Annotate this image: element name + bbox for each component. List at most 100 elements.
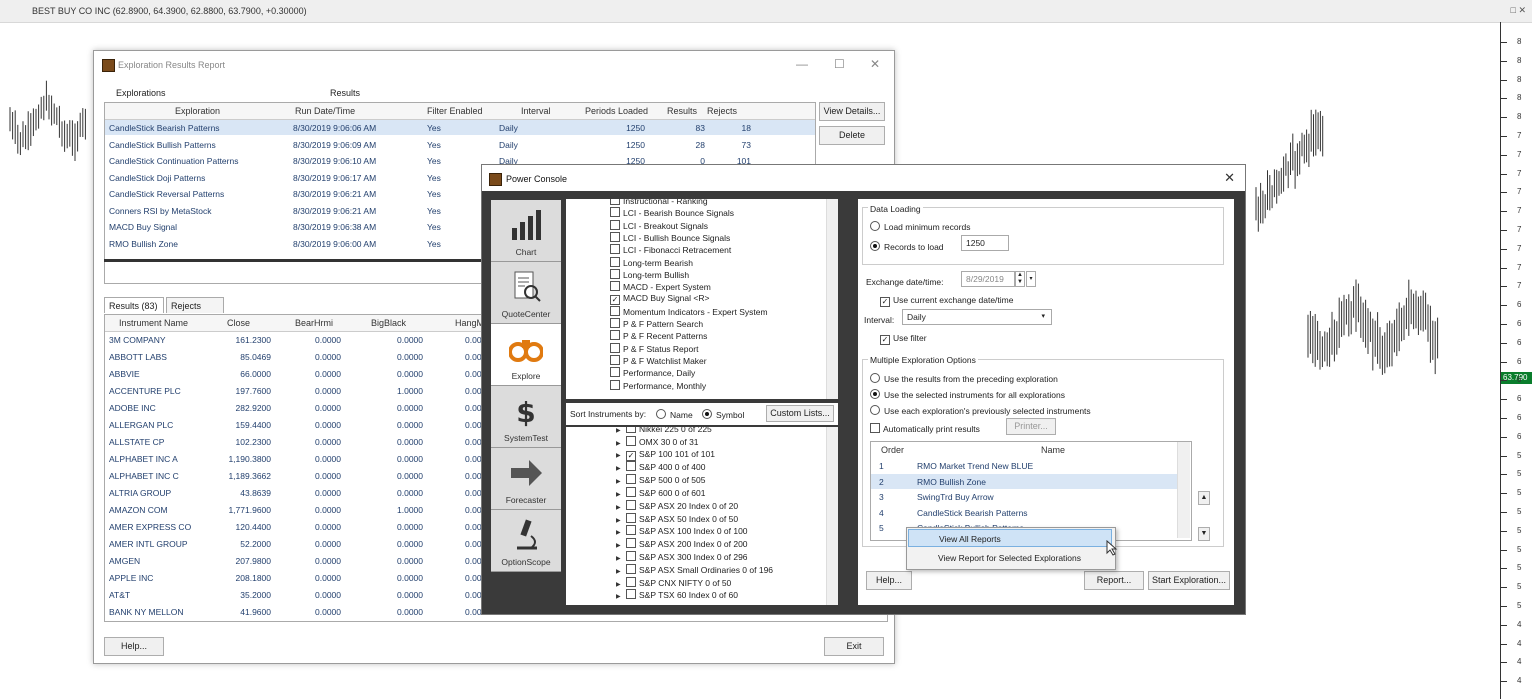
move-down-icon[interactable]: ▼ xyxy=(1198,527,1210,541)
close-icon[interactable]: ✕ xyxy=(1224,170,1235,186)
date-spin-icon[interactable]: ▲ ▼ xyxy=(1015,271,1025,287)
col-instrument-name[interactable]: Instrument Name xyxy=(119,318,188,328)
view-details-button[interactable]: View Details... xyxy=(819,102,885,121)
exploration-checkbox-item[interactable]: P & F Watchlist Maker xyxy=(610,354,707,366)
interval-select[interactable]: Daily ▾ xyxy=(902,309,1052,325)
move-up-icon[interactable]: ▲ xyxy=(1198,491,1210,505)
sidebar-item-systemtest[interactable]: $ SystemTest xyxy=(491,386,561,448)
tree-item[interactable]: ▶ S&P TSX 60 Index 0 of 60 xyxy=(616,589,738,600)
checkbox[interactable] xyxy=(626,538,636,549)
table-row[interactable]: BANK OF AMERICA27.44000.00000.00000.00 xyxy=(105,621,887,622)
help-button[interactable]: Help... xyxy=(866,571,912,590)
sidebar-item-forecaster[interactable]: Forecaster xyxy=(491,448,561,510)
checkbox[interactable] xyxy=(626,525,636,536)
tree-item[interactable]: ▶ Nikkei 225 0 of 225 xyxy=(616,427,712,434)
tree-item[interactable]: ▶ S&P ASX 100 Index 0 of 100 xyxy=(616,525,748,536)
col-periods[interactable]: Periods Loaded xyxy=(585,106,648,116)
col-interval[interactable]: Interval xyxy=(521,106,551,116)
table-row[interactable]: 2 RMO Bullish Zone xyxy=(871,473,1177,489)
vertical-scrollbar[interactable] xyxy=(826,199,838,399)
col-exploration[interactable]: Exploration xyxy=(175,106,220,116)
checkbox[interactable] xyxy=(610,342,620,353)
exploration-checkbox-item[interactable]: P & F Pattern Search xyxy=(610,318,703,329)
tree-item[interactable]: ▶ ✓ S&P 100 101 of 101 xyxy=(616,449,715,461)
window-controls[interactable]: □ ✕ xyxy=(1511,5,1526,16)
table-row[interactable]: 1 RMO Market Trend New BLUE xyxy=(871,458,1177,473)
exploration-checkbox-item[interactable]: Performance, Monthly xyxy=(610,379,706,391)
exploration-checkbox-item[interactable]: Instructional - Ranking xyxy=(610,199,708,206)
checkbox[interactable] xyxy=(610,305,620,316)
sidebar-item-explore[interactable]: Explore xyxy=(491,324,561,386)
records-radio[interactable]: Records to load xyxy=(870,241,944,252)
menu-item-view-all-reports[interactable]: View All Reports xyxy=(908,529,1112,547)
checkbox[interactable] xyxy=(610,354,620,365)
sidebar-item-optionscope[interactable]: OptionScope xyxy=(491,510,561,572)
col-results[interactable]: Results xyxy=(667,106,697,116)
tree-item[interactable]: ▶ S&P 500 0 of 505 xyxy=(616,474,705,485)
table-row[interactable]: CandleStick Bullish Patterns 8/30/2019 9:… xyxy=(105,137,815,152)
table-row[interactable]: 3 SwingTrd Buy Arrow xyxy=(871,489,1177,504)
option-selected-radio[interactable]: Use the selected instruments for all exp… xyxy=(870,389,1065,400)
col-run-date[interactable]: Run Date/Time xyxy=(295,106,355,116)
exploration-checkbox-item[interactable]: Performance, Daily xyxy=(610,367,695,378)
close-icon[interactable]: ✕ xyxy=(870,57,880,71)
exploration-checkbox-item[interactable]: Momentum Indicators - Expert System xyxy=(610,305,768,317)
checkbox[interactable] xyxy=(626,589,636,600)
checkbox[interactable] xyxy=(626,427,636,433)
exploration-checkbox-item[interactable]: Long-term Bullish xyxy=(610,268,689,280)
col-bigblack[interactable]: BigBlack xyxy=(371,318,406,328)
checkbox[interactable] xyxy=(610,318,620,328)
vertical-scrollbar[interactable] xyxy=(826,427,838,605)
tree-item[interactable]: ▶ S&P 400 0 of 400 xyxy=(616,461,705,472)
tree-item[interactable]: ▶ S&P ASX 50 Index 0 of 50 xyxy=(616,512,738,524)
checkbox[interactable] xyxy=(626,474,636,485)
maximize-icon[interactable]: ☐ xyxy=(834,57,845,71)
table-row[interactable]: CandleStick Bearish Patterns 8/30/2019 9:… xyxy=(105,120,815,135)
col-bearhrmi[interactable]: BearHrmi xyxy=(295,318,333,328)
menu-item-view-selected-report[interactable]: View Report for Selected Explorations xyxy=(908,549,1112,567)
tree-item[interactable]: ▶ S&P ASX 20 Index 0 of 20 xyxy=(616,499,738,511)
checkbox[interactable] xyxy=(626,576,636,587)
checkbox[interactable] xyxy=(610,256,620,267)
tab-rejects[interactable]: Rejects (18) xyxy=(166,297,224,327)
help-button[interactable]: Help... xyxy=(104,637,164,656)
expand-arrow-icon[interactable]: ▶ xyxy=(616,592,626,603)
col-name[interactable]: Name xyxy=(1041,445,1065,455)
checkbox[interactable] xyxy=(610,281,620,292)
checkbox[interactable] xyxy=(626,512,636,523)
vertical-scrollbar[interactable] xyxy=(1177,442,1190,538)
tab-results[interactable]: Results (83) xyxy=(104,297,164,313)
date-dropdown-icon[interactable]: ▾ xyxy=(1026,271,1036,287)
table-row[interactable]: 4 CandleStick Bearish Patterns xyxy=(871,505,1177,520)
minimize-icon[interactable]: — xyxy=(796,57,808,71)
exploration-checkbox-item[interactable]: P & F Status Report xyxy=(610,342,698,354)
sort-symbol-radio[interactable]: Symbol xyxy=(702,409,744,420)
tree-item[interactable]: ▶ S&P ASX 300 Index 0 of 296 xyxy=(616,551,748,562)
col-order[interactable]: Order xyxy=(881,445,904,455)
checkbox[interactable] xyxy=(610,379,620,390)
col-rejects[interactable]: Rejects xyxy=(707,106,737,116)
tree-item[interactable]: ▶ S&P 600 0 of 601 xyxy=(616,487,705,498)
sidebar-item-quotecenter[interactable]: QuoteCenter xyxy=(491,262,561,324)
option-previous-radio[interactable]: Use each exploration's previously select… xyxy=(870,405,1091,416)
custom-lists-button[interactable]: Custom Lists... xyxy=(766,405,834,422)
exploration-checkbox-item[interactable]: ✓ MACD Buy Signal <R> xyxy=(610,293,709,306)
checkbox[interactable]: ✓ xyxy=(626,450,636,461)
tree-item[interactable]: ▶ OMX 30 0 of 31 xyxy=(616,435,699,447)
checkbox[interactable] xyxy=(610,367,620,378)
checkbox[interactable] xyxy=(626,435,636,446)
use-filter-checkbox[interactable]: ✓ Use filter xyxy=(880,333,927,345)
exploration-checkbox-item[interactable]: LCI - Fibonacci Retracement xyxy=(610,244,731,255)
sidebar-item-chart[interactable]: Chart xyxy=(491,200,561,262)
checkbox[interactable]: ✓ xyxy=(610,295,620,306)
checkbox[interactable] xyxy=(626,563,636,574)
exit-button[interactable]: Exit xyxy=(824,637,884,656)
exploration-checkbox-item[interactable]: LCI - Bullish Bounce Signals xyxy=(610,231,730,243)
checkbox[interactable] xyxy=(610,199,620,205)
checkbox[interactable] xyxy=(626,487,636,497)
exploration-checkbox-item[interactable]: Long-term Bearish xyxy=(610,256,693,268)
tree-item[interactable]: ▶ S&P ASX 200 Index 0 of 200 xyxy=(616,538,748,549)
exploration-checkbox-item[interactable]: P & F Recent Patterns xyxy=(610,330,707,341)
exploration-checkbox-item[interactable]: MACD - Expert System xyxy=(610,281,711,292)
sort-name-radio[interactable]: Name xyxy=(656,409,693,420)
